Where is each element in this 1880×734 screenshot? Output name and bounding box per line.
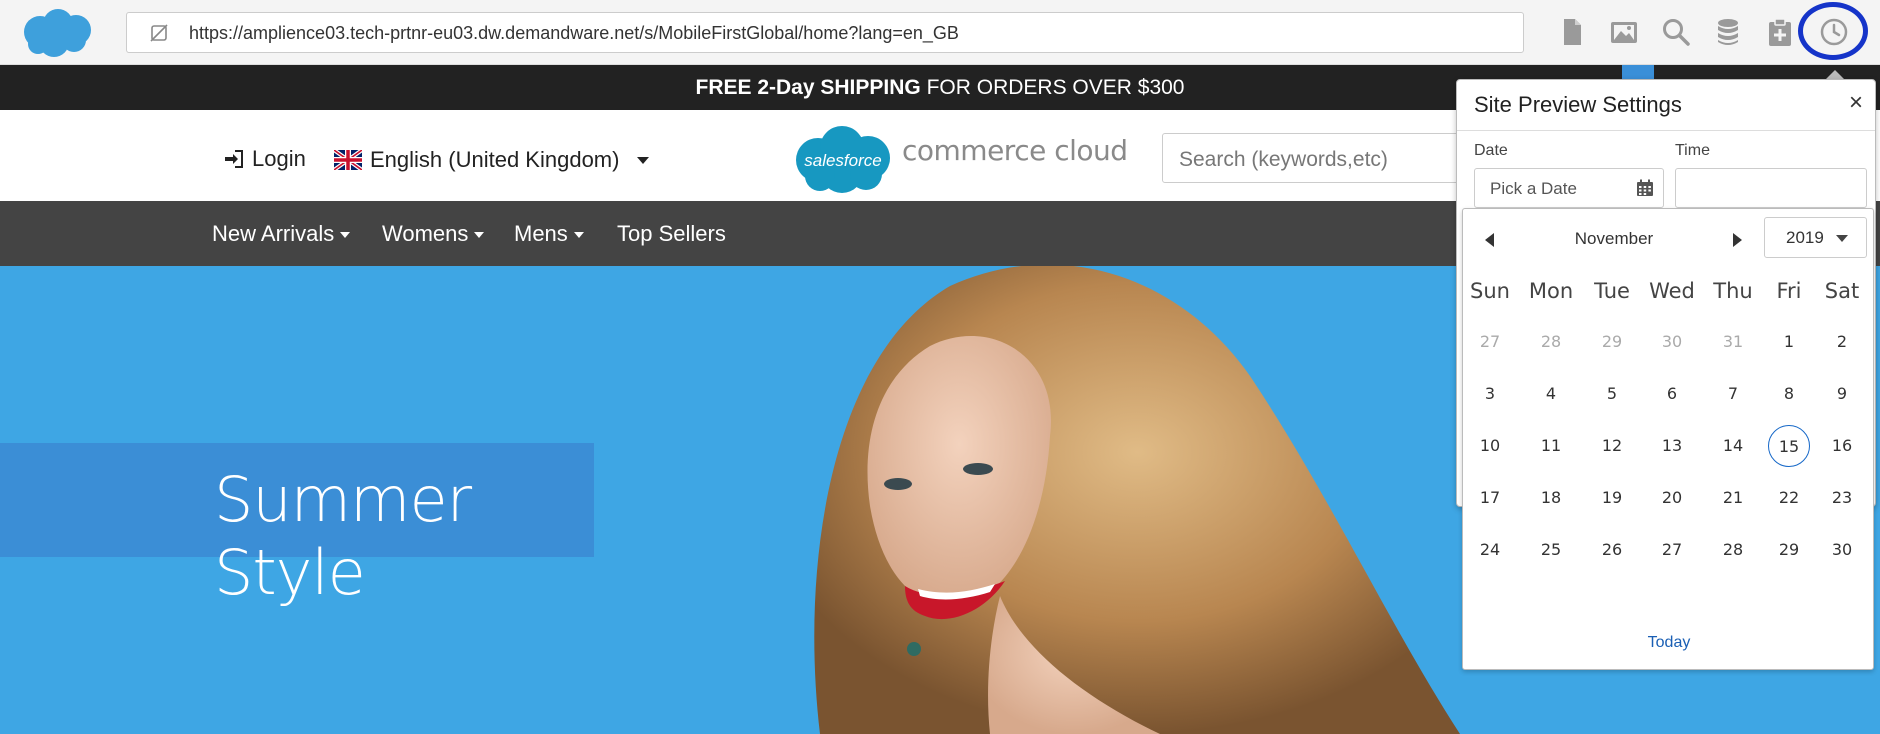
promo-text: FOR ORDERS OVER $300 (920, 76, 1185, 99)
salesforce-logo-text: salesforce (804, 151, 881, 170)
sign-in-icon (225, 150, 243, 168)
calendar-day[interactable]: 27 (1651, 529, 1693, 571)
time-input[interactable] (1675, 168, 1867, 208)
nav-item-new-arrivals[interactable]: New Arrivals (212, 221, 350, 247)
calendar-day[interactable]: 28 (1712, 529, 1754, 571)
calendar-day[interactable]: 13 (1651, 425, 1693, 467)
calendar-day[interactable]: 18 (1530, 477, 1572, 519)
database-icon[interactable] (1712, 16, 1744, 48)
calendar-day[interactable]: 3 (1469, 373, 1511, 415)
hero-label-box: Summer Style (0, 443, 594, 609)
next-month-icon[interactable] (1733, 233, 1742, 247)
search-input[interactable]: Search (keywords,etc) (1162, 133, 1462, 183)
weekday-thu: Thu (1713, 279, 1753, 303)
uk-flag-icon (334, 150, 362, 170)
panel-divider (1457, 130, 1875, 131)
calendar-day[interactable]: 30 (1651, 321, 1693, 363)
weekday-mon: Mon (1528, 279, 1574, 303)
calendar-day[interactable]: 14 (1712, 425, 1754, 467)
calendar-day[interactable]: 11 (1530, 425, 1572, 467)
language-label: English (United Kingdom) (370, 147, 620, 172)
login-link[interactable]: Login (224, 146, 306, 172)
weekday-fri: Fri (1776, 279, 1802, 303)
calendar-day[interactable]: 8 (1768, 373, 1810, 415)
panel-title: Site Preview Settings (1474, 92, 1682, 117)
calendar-day[interactable]: 17 (1469, 477, 1511, 519)
clipboard-add-icon[interactable] (1764, 16, 1796, 48)
calendar-day[interactable]: 19 (1591, 477, 1633, 519)
promo-bold-text: FREE 2-Day SHIPPING (695, 76, 921, 99)
calendar-day[interactable]: 26 (1591, 529, 1633, 571)
calendar-day[interactable]: 28 (1530, 321, 1572, 363)
calendar-day[interactable]: 2 (1821, 321, 1863, 363)
url-text: https://amplience03.tech-prtnr-eu03.dw.d… (189, 23, 959, 43)
year-select[interactable]: 2019 (1764, 217, 1867, 258)
calendar-day[interactable]: 9 (1821, 373, 1863, 415)
clock-highlight-ring (1798, 2, 1868, 60)
date-placeholder: Pick a Date (1490, 179, 1577, 198)
login-label: Login (252, 146, 306, 171)
weekday-sat: Sat (1824, 279, 1860, 303)
calendar-day[interactable]: 4 (1530, 373, 1572, 415)
url-bar[interactable]: https://amplience03.tech-prtnr-eu03.dw.d… (126, 12, 1524, 53)
nav-item-womens[interactable]: Womens (382, 221, 484, 247)
calendar-day[interactable]: 20 (1651, 477, 1693, 519)
time-label: Time (1675, 142, 1710, 159)
calendar-day[interactable]: 15 (1768, 425, 1810, 467)
calendar-day[interactable]: 29 (1591, 321, 1633, 363)
date-picker-calendar: November 2019 Sun Mon Tue Wed Thu Fri Sat 27 28… (1462, 208, 1874, 670)
calendar-day[interactable]: 21 (1712, 477, 1754, 519)
weekday-wed: Wed (1649, 279, 1695, 303)
nav-item-top-sellers[interactable]: Top Sellers (617, 221, 726, 247)
search-icon[interactable] (1660, 16, 1692, 48)
calendar-day[interactable]: 6 (1651, 373, 1693, 415)
brand-text: commerce cloud (902, 134, 1128, 167)
hero-title: Summer Style (214, 463, 472, 609)
chevron-down-icon (637, 156, 650, 164)
calendar-day[interactable]: 5 (1591, 373, 1633, 415)
no-cookie-icon (150, 24, 168, 42)
calendar-day[interactable]: 24 (1469, 529, 1511, 571)
extension-toolbar: https://amplience03.tech-prtnr-eu03.dw.d… (0, 0, 1880, 65)
today-button[interactable]: Today (1463, 634, 1875, 652)
calendar-day[interactable]: 16 (1821, 425, 1863, 467)
calendar-day[interactable]: 27 (1469, 321, 1511, 363)
weekday-tue: Tue (1594, 279, 1630, 303)
panel-accent (1622, 65, 1654, 79)
salesforce-cloud-icon[interactable] (18, 6, 98, 60)
close-icon[interactable]: × (1849, 89, 1863, 117)
page-icon[interactable] (1556, 16, 1588, 48)
language-selector[interactable]: English (United Kingdom) (334, 147, 650, 173)
calendar-day[interactable]: 1 (1768, 321, 1810, 363)
calendar-day[interactable]: 30 (1821, 529, 1863, 571)
date-input[interactable]: Pick a Date (1474, 168, 1664, 208)
calendar-day[interactable]: 25 (1530, 529, 1572, 571)
calendar-day[interactable]: 22 (1768, 477, 1810, 519)
calendar-day[interactable]: 23 (1821, 477, 1863, 519)
calendar-day[interactable]: 29 (1768, 529, 1810, 571)
date-label: Date (1474, 142, 1508, 159)
calendar-icon[interactable] (1636, 179, 1654, 197)
calendar-day[interactable]: 7 (1712, 373, 1754, 415)
calendar-day[interactable]: 31 (1712, 321, 1754, 363)
calendar-day[interactable]: 12 (1591, 425, 1633, 467)
nav-item-mens[interactable]: Mens (514, 221, 584, 247)
calendar-day[interactable]: 10 (1469, 425, 1511, 467)
calendar-month: November (1574, 229, 1654, 248)
image-icon[interactable] (1608, 16, 1640, 48)
weekday-sun: Sun (1470, 279, 1510, 303)
